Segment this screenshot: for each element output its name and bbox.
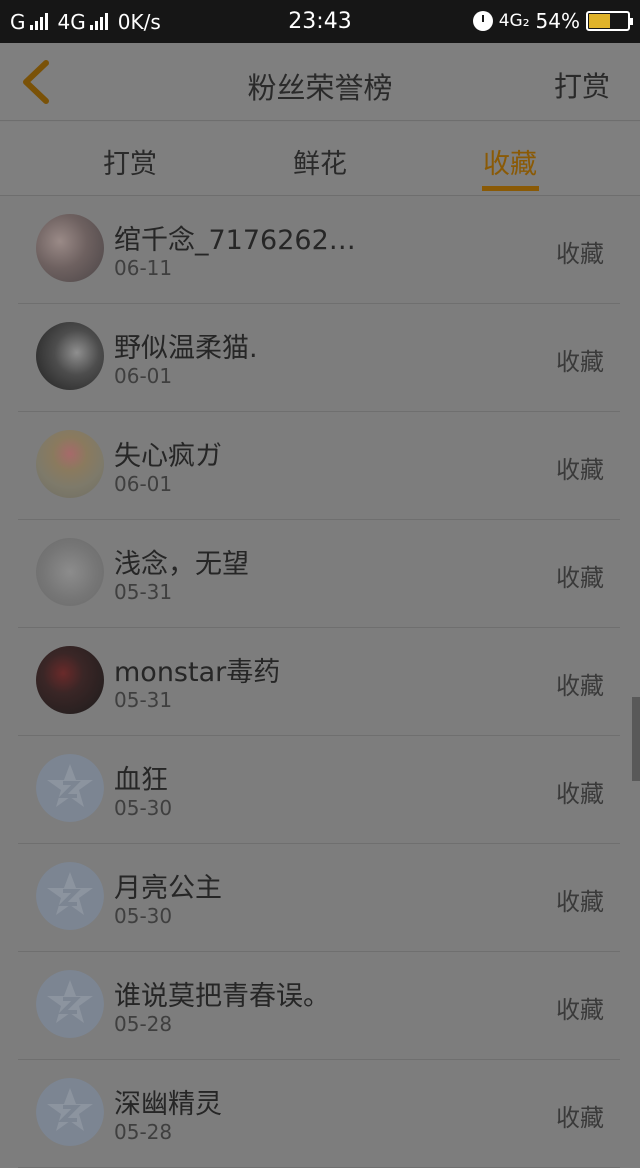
photo-avatar [36, 646, 104, 714]
user-name: 绾千念_7176262… [114, 225, 356, 256]
action-label: 收藏 [556, 240, 604, 268]
cake-avatar [36, 430, 104, 498]
action-label: 收藏 [556, 456, 604, 484]
date: 05-30 [114, 796, 173, 820]
list-item[interactable]: 月亮公主 05-30 收藏 [18, 844, 620, 952]
list-item[interactable]: 血狂 05-30 收藏 [18, 736, 620, 844]
user-name: 血狂 [114, 765, 168, 796]
tab-favorites[interactable]: 收藏 [450, 142, 570, 181]
status-bar: G 4G 0K/s 23:43 4G₂ 54% [0, 0, 640, 43]
user-name: 谁说莫把青春误。 [114, 981, 330, 1012]
list-item[interactable]: 谁说莫把青春误。 05-28 收藏 [18, 952, 620, 1060]
alarm-icon [472, 11, 493, 31]
active-tab-indicator [482, 186, 539, 191]
action-label: 收藏 [556, 888, 604, 916]
date: 05-28 [114, 1120, 173, 1144]
list-item[interactable]: monstar毒药 05-31 收藏 [18, 628, 620, 736]
date: 06-11 [114, 256, 173, 280]
user-name: 月亮公主 [114, 873, 222, 904]
action-label: 收藏 [556, 996, 604, 1024]
user-name: 失心疯ガ [114, 441, 222, 472]
default-avatar [36, 754, 104, 822]
navigation-bar: 粉丝荣誉榜 打赏 [0, 43, 640, 121]
tab-tip[interactable]: 打赏 [70, 142, 190, 181]
action-label: 收藏 [556, 672, 604, 700]
photo-avatar [36, 214, 104, 282]
user-name: monstar毒药 [114, 657, 281, 688]
tab-bar: 打赏 鲜花 收藏 [0, 122, 640, 196]
list-item[interactable]: 绾千念_7176262… 06-11 收藏 [18, 196, 620, 304]
status-icons: 4G₂ 54% [472, 9, 633, 33]
scrollbar[interactable] [632, 697, 640, 781]
default-avatar [36, 1078, 104, 1146]
action-label: 收藏 [556, 1104, 604, 1132]
list-item[interactable]: 野似温柔猫. 06-01 收藏 [18, 304, 620, 412]
tab-flowers[interactable]: 鲜花 [260, 142, 380, 181]
list-item[interactable]: 失心疯ガ 06-01 收藏 [18, 412, 620, 520]
date: 05-28 [114, 1012, 173, 1036]
default-avatar [36, 862, 104, 930]
battery-percent: 54% [535, 9, 580, 33]
action-label: 收藏 [556, 780, 604, 808]
date: 06-01 [114, 364, 173, 388]
date: 05-30 [114, 904, 173, 928]
action-label: 收藏 [556, 564, 604, 592]
list-item[interactable]: 深幽精灵 05-28 收藏 [18, 1060, 620, 1168]
photo-avatar [36, 538, 104, 606]
user-name: 野似温柔猫. [114, 333, 258, 364]
user-name: 深幽精灵 [114, 1089, 222, 1120]
user-name: 浅念，无望 [114, 549, 249, 580]
list-item[interactable]: 浅念，无望 05-31 收藏 [18, 520, 620, 628]
tip-button[interactable]: 打赏 [554, 65, 610, 105]
date: 06-01 [114, 472, 173, 496]
page-title: 粉丝荣誉榜 [247, 71, 393, 105]
date: 05-31 [114, 688, 173, 712]
network-indicator: 4G₂ [498, 11, 530, 31]
photo-avatar [36, 322, 104, 390]
default-avatar [36, 970, 104, 1038]
battery-icon [586, 11, 633, 31]
date: 05-31 [114, 580, 173, 604]
action-label: 收藏 [556, 348, 604, 376]
